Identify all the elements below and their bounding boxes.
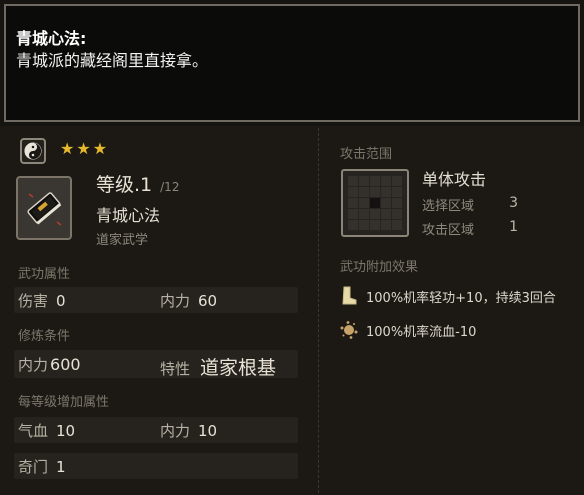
martial-attr-label: 武功属性 (18, 267, 71, 282)
range-cell (392, 220, 402, 230)
attack-range-grid (341, 169, 409, 237)
effect-text: 100%机率流血-10 (366, 324, 477, 340)
per-level-qixue: 气血 10 (18, 420, 75, 441)
level-max: /12 (160, 180, 180, 194)
range-cell (359, 220, 369, 230)
range-cell (370, 187, 380, 197)
per-level-qixue-value: 10 (56, 422, 76, 440)
level-label: 等级.1 (96, 174, 153, 196)
range-cell (359, 187, 369, 197)
cond-inner-power-key: 内力 (18, 356, 49, 374)
effect-text: 100%机率轻功+10，持续3回合 (366, 290, 556, 306)
range-cell (381, 220, 391, 230)
per-level-neili-value: 10 (198, 422, 218, 440)
star-rating: ★ ★ ★ (60, 139, 107, 159)
tooltip-description: 青城派的藏经阁里直接拿。 (16, 51, 209, 70)
skill-category: 道家武学 (96, 233, 149, 248)
range-cell (359, 209, 369, 219)
range-cell (359, 198, 369, 208)
cond-inner-power-value: 600 (50, 355, 81, 374)
range-cell (381, 209, 391, 219)
train-cond-label: 修炼条件 (18, 329, 71, 344)
book-icon[interactable] (16, 176, 72, 240)
range-cell (381, 187, 391, 197)
range-cell (381, 198, 391, 208)
attr-inner-power-key: 内力 (160, 292, 191, 310)
attr-inner-power: 内力 60 (160, 290, 217, 311)
per-level-label: 每等级增加属性 (18, 395, 110, 410)
yin-yang-icon (20, 138, 46, 164)
range-cell (359, 176, 369, 186)
skill-name: 青城心法 (96, 206, 161, 225)
range-cell (370, 176, 380, 186)
effect-item: 100%机率流血-10 (338, 319, 476, 341)
skill-tooltip: 青城心法: 青城派的藏经阁里直接拿。 (4, 4, 580, 122)
skill-level: 等级.1 /12 (96, 170, 179, 197)
select-area-label: 选择区域 (422, 199, 475, 214)
per-level-qixue-key: 气血 (18, 422, 49, 440)
cond-trait: 特性 道家根基 (160, 353, 276, 380)
select-area-value: 3 (509, 195, 518, 211)
range-cell (348, 187, 358, 197)
tooltip-title: 青城心法: (16, 29, 87, 48)
range-cell (348, 176, 358, 186)
range-cell (392, 187, 402, 197)
attack-area-label: 攻击区域 (422, 223, 475, 238)
range-cell (348, 220, 358, 230)
column-divider (318, 128, 319, 493)
cond-trait-key: 特性 (160, 360, 191, 378)
attr-inner-power-value: 60 (198, 292, 218, 310)
range-cell-selected (370, 198, 380, 208)
effect-item: 100%机率轻功+10，持续3回合 (338, 285, 556, 307)
range-cell (348, 198, 358, 208)
attack-area-value: 1 (509, 219, 518, 235)
cond-trait-value: 道家根基 (200, 357, 277, 379)
attack-type: 单体攻击 (422, 170, 487, 189)
attr-damage-value: 0 (56, 292, 66, 310)
per-level-qimen-key: 奇门 (18, 458, 49, 476)
per-level-neili-key: 内力 (160, 422, 191, 440)
attr-damage-key: 伤害 (18, 292, 49, 310)
attack-area-row: 攻击区域 1 (422, 219, 522, 238)
range-cell (348, 209, 358, 219)
attr-damage: 伤害 0 (18, 290, 66, 311)
blood-splat-icon (338, 319, 360, 341)
boot-icon (338, 285, 360, 307)
range-cell (381, 176, 391, 186)
star-icon: ★ (60, 139, 75, 158)
select-area-row: 选择区域 3 (422, 195, 522, 214)
extra-effects-label: 武功附加效果 (340, 260, 419, 275)
range-cell (392, 209, 402, 219)
cond-inner-power: 内力 600 (18, 354, 81, 375)
range-cell (392, 176, 402, 186)
per-level-qimen: 奇门 1 (18, 456, 66, 477)
per-level-neili: 内力 10 (160, 420, 217, 441)
range-cell (392, 198, 402, 208)
range-cell (370, 220, 380, 230)
per-level-qimen-value: 1 (56, 458, 66, 476)
attack-range-label: 攻击范围 (340, 147, 393, 162)
star-icon: ★ (76, 139, 91, 158)
range-cell (370, 209, 380, 219)
star-icon: ★ (92, 139, 108, 158)
